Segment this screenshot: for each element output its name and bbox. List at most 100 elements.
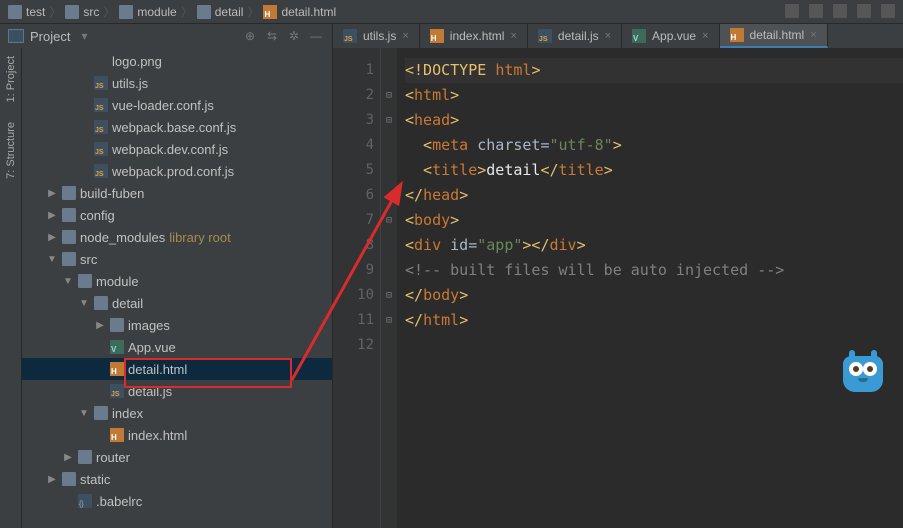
crumb-detail[interactable]: detail — [197, 5, 244, 19]
expand-arrow[interactable]: ▼ — [78, 298, 90, 309]
tree-item-index[interactable]: ▼index — [22, 402, 332, 424]
tree-item-router[interactable]: ▶router — [22, 446, 332, 468]
line-number[interactable]: 7 — [333, 208, 374, 233]
line-number[interactable]: 5 — [333, 158, 374, 183]
line-number[interactable]: 8 — [333, 233, 374, 258]
dropdown-icon[interactable]: ▾ — [76, 28, 92, 44]
toolbar-icon[interactable] — [833, 4, 847, 18]
crumb-detail.html[interactable]: detail.html — [263, 5, 336, 19]
expand-arrow[interactable]: ▼ — [78, 408, 90, 419]
code-line[interactable]: <body> — [405, 208, 903, 233]
tree-item-webpack.base.conf.js[interactable]: webpack.base.conf.js — [22, 116, 332, 138]
fold-marker[interactable]: ⊟ — [381, 208, 397, 233]
project-tree[interactable]: logo.pngutils.jsvue-loader.conf.jswebpac… — [22, 48, 333, 528]
project-pane-header[interactable]: Project ▾ ⊕ ⇆ ✲ — — [0, 24, 333, 48]
expand-arrow[interactable]: ▶ — [46, 474, 58, 485]
tree-item-App.vue[interactable]: App.vue — [22, 336, 332, 358]
collapse-icon[interactable]: ⇆ — [264, 28, 280, 44]
code-line[interactable]: <!DOCTYPE html> — [405, 58, 903, 83]
line-number[interactable]: 1 — [333, 58, 374, 83]
line-number[interactable]: 6 — [333, 183, 374, 208]
locate-icon[interactable]: ⊕ — [242, 28, 258, 44]
code-line[interactable]: </head> — [405, 183, 903, 208]
tab-label: index.html — [450, 29, 505, 43]
toolbar-icon[interactable] — [857, 4, 871, 18]
toolbar-icon[interactable] — [809, 4, 823, 18]
crumb-test[interactable]: test — [8, 5, 45, 19]
line-number[interactable]: 11 — [333, 308, 374, 333]
fold-marker[interactable] — [381, 133, 397, 158]
tab-utils.js[interactable]: utils.js× — [333, 24, 420, 48]
tree-item-logo.png[interactable]: logo.png — [22, 50, 332, 72]
line-number[interactable]: 2 — [333, 83, 374, 108]
tab-index.html[interactable]: index.html × — [420, 24, 528, 48]
code-line[interactable] — [405, 333, 903, 358]
tree-item-detail.html[interactable]: detail.html — [22, 358, 332, 380]
line-number[interactable]: 4 — [333, 133, 374, 158]
line-number[interactable]: 12 — [333, 333, 374, 358]
code-area[interactable]: <!DOCTYPE html><html><head> <meta charse… — [397, 48, 903, 528]
hide-icon[interactable]: — — [308, 28, 324, 44]
close-tab-icon[interactable]: × — [810, 29, 816, 41]
tree-item-build-fuben[interactable]: ▶build-fuben — [22, 182, 332, 204]
tree-item-node_modules[interactable]: ▶node_moduleslibrary root — [22, 226, 332, 248]
code-line[interactable]: </body> — [405, 283, 903, 308]
line-number[interactable]: 9 — [333, 258, 374, 283]
expand-arrow[interactable]: ▼ — [46, 254, 58, 265]
fold-marker[interactable]: ⊟ — [381, 108, 397, 133]
rail-structure[interactable]: 7: Structure — [5, 118, 17, 183]
fold-marker[interactable]: ⊟ — [381, 308, 397, 333]
tree-item-index.html[interactable]: index.html — [22, 424, 332, 446]
code-line[interactable]: <title>detail</title> — [405, 158, 903, 183]
tree-item-images[interactable]: ▶images — [22, 314, 332, 336]
gear-icon[interactable]: ✲ — [286, 28, 302, 44]
toolbar-icon[interactable] — [785, 4, 799, 18]
tree-item-.babelrc[interactable]: .babelrc — [22, 490, 332, 512]
fold-marker[interactable] — [381, 333, 397, 358]
fold-marker[interactable] — [381, 58, 397, 83]
code-line[interactable]: <html> — [405, 83, 903, 108]
code-editor[interactable]: 123456789101112 ⊟⊟⊟⊟⊟ <!DOCTYPE html><ht… — [333, 48, 903, 528]
line-number[interactable]: 3 — [333, 108, 374, 133]
crumb-src[interactable]: src — [65, 5, 99, 19]
close-tab-icon[interactable]: × — [402, 30, 408, 42]
code-line[interactable]: <div id="app"></div> — [405, 233, 903, 258]
expand-arrow[interactable]: ▼ — [62, 276, 74, 287]
tab-detail.html[interactable]: detail.html× — [720, 24, 828, 48]
fold-marker[interactable] — [381, 158, 397, 183]
fold-marker[interactable] — [381, 258, 397, 283]
tree-item-src[interactable]: ▼src — [22, 248, 332, 270]
expand-arrow[interactable]: ▶ — [94, 320, 106, 331]
code-line[interactable]: </html> — [405, 308, 903, 333]
tree-item-config[interactable]: ▶config — [22, 204, 332, 226]
tree-item-webpack.prod.conf.js[interactable]: webpack.prod.conf.js — [22, 160, 332, 182]
tree-item-module[interactable]: ▼module — [22, 270, 332, 292]
fold-marker[interactable]: ⊟ — [381, 283, 397, 308]
fold-marker[interactable]: ⊟ — [381, 83, 397, 108]
fold-marker[interactable] — [381, 233, 397, 258]
code-line[interactable]: <head> — [405, 108, 903, 133]
tree-item-utils.js[interactable]: utils.js — [22, 72, 332, 94]
tab-detail.js[interactable]: detail.js× — [528, 24, 622, 48]
tab-App.vue[interactable]: App.vue× — [622, 24, 719, 48]
line-number[interactable]: 10 — [333, 283, 374, 308]
expand-arrow[interactable]: ▶ — [46, 232, 58, 243]
tree-item-webpack.dev.conf.js[interactable]: webpack.dev.conf.js — [22, 138, 332, 160]
close-tab-icon[interactable]: × — [605, 30, 611, 42]
close-tab-icon[interactable]: × — [702, 30, 708, 42]
close-tab-icon[interactable]: × — [510, 30, 516, 42]
expand-arrow[interactable]: ▶ — [62, 452, 74, 463]
code-line[interactable]: <!-- built files will be auto injected -… — [405, 258, 903, 283]
crumb-module[interactable]: module — [119, 5, 176, 19]
tree-item-detail[interactable]: ▼detail — [22, 292, 332, 314]
tree-item-detail.js[interactable]: detail.js — [22, 380, 332, 402]
tree-item-static[interactable]: ▶static — [22, 468, 332, 490]
code-line[interactable]: <meta charset="utf-8"> — [405, 133, 903, 158]
toolbar-icon[interactable] — [881, 4, 895, 18]
assistant-avatar[interactable] — [841, 348, 885, 392]
expand-arrow[interactable]: ▶ — [46, 188, 58, 199]
fold-marker[interactable] — [381, 183, 397, 208]
rail-project[interactable]: 1: Project — [5, 52, 17, 106]
expand-arrow[interactable]: ▶ — [46, 210, 58, 221]
tree-item-vue-loader.conf.js[interactable]: vue-loader.conf.js — [22, 94, 332, 116]
